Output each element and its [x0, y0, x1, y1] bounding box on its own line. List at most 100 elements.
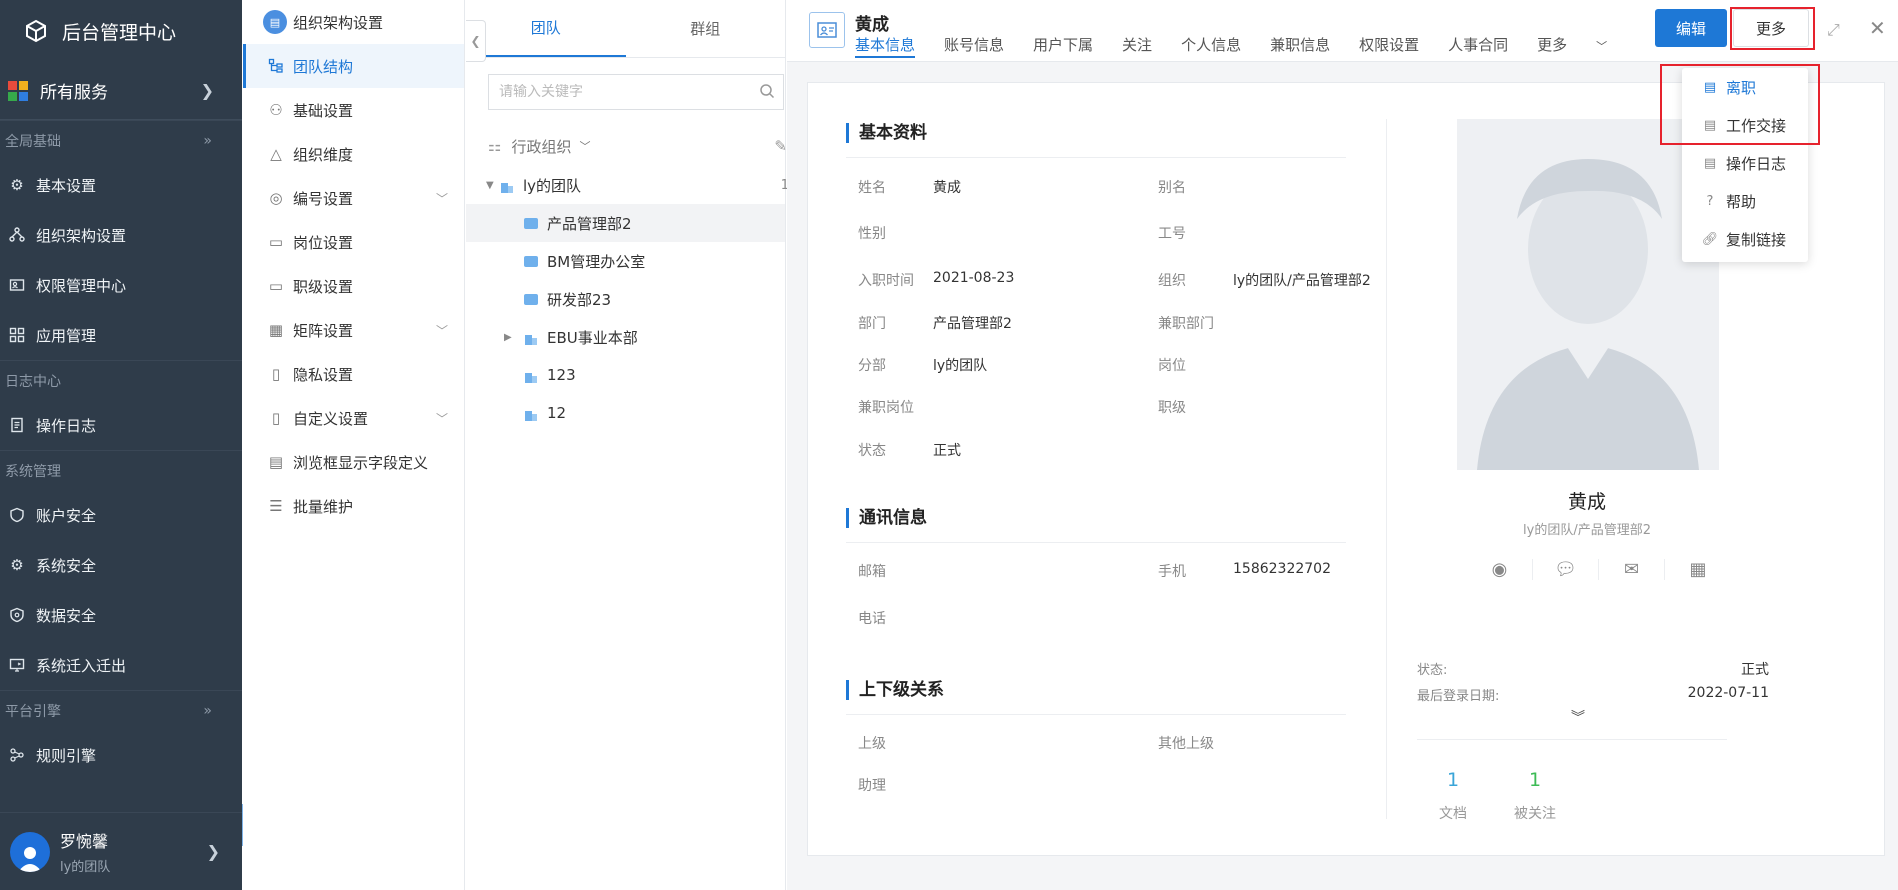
tab-hr-contract[interactable]: 人事合同: [1448, 34, 1508, 58]
tree-tabs: 团队 群组 ❮: [466, 0, 786, 62]
rank-card-icon: ▭: [268, 277, 284, 295]
nav-item-operation-log[interactable]: 操作日志: [0, 400, 242, 450]
submenu-item-positions[interactable]: ▭ 岗位设置: [243, 220, 464, 264]
tree-node-root[interactable]: ▼ ly的团队 1: [466, 166, 789, 204]
submenu-item-label: 组织维度: [293, 145, 354, 164]
org-type-selector[interactable]: ⚏ 行政组织 ﹀ ✎: [466, 126, 787, 166]
chevron-down-icon: ﹀: [435, 191, 448, 206]
section-divider: [846, 714, 1346, 715]
tree-node-123[interactable]: 123: [466, 356, 785, 394]
section-system-management[interactable]: 系统管理: [0, 450, 242, 490]
calendar-icon[interactable]: ▦: [1665, 559, 1731, 580]
submenu-item-matrix[interactable]: ▦ 矩阵设置 ﹀: [243, 308, 464, 352]
submenu-item-browse-fields[interactable]: ▤ 浏览框显示字段定义: [243, 440, 464, 484]
value-org: ly的团队/产品管理部2: [1233, 273, 1371, 289]
menu-item-handover[interactable]: ▤ 工作交接: [1682, 106, 1808, 144]
tab-group[interactable]: 群组: [626, 0, 786, 57]
section-platform-engine[interactable]: 平台引擎 »: [0, 690, 242, 730]
docs-count[interactable]: 1: [1423, 769, 1483, 791]
submenu-item-numbering[interactable]: ◎ 编号设置 ﹀: [243, 176, 464, 220]
tab-more[interactable]: 更多 ﹀: [1537, 34, 1636, 58]
edit-button[interactable]: 编辑: [1655, 9, 1727, 47]
settings-submenu: ▤ 组织架构设置 团队结构 ⚇ 基础设置 △ 组织维度 ◎ 编号设置 ﹀ ▭ 岗位设置 ▭…: [243, 0, 465, 890]
caret-right-icon[interactable]: ▶: [504, 332, 524, 343]
tab-account-info[interactable]: 账号信息: [944, 34, 1004, 58]
expand-more-icon[interactable]: ︾: [1571, 707, 1585, 727]
submenu-item-ranks[interactable]: ▭ 职级设置: [243, 264, 464, 308]
all-services-button[interactable]: 所有服务 ❯: [0, 62, 242, 120]
tab-basic-info[interactable]: 基本信息: [855, 34, 916, 58]
brand[interactable]: 后台管理中心: [0, 0, 242, 62]
section-log-center[interactable]: 日志中心: [0, 360, 242, 400]
triangle-nodes-icon: △: [270, 145, 282, 163]
menu-item-resign[interactable]: ▤ 离职: [1682, 68, 1808, 106]
tab-subordinates[interactable]: 用户下属: [1033, 34, 1093, 58]
person-silhouette-icon: [1457, 119, 1719, 470]
shield-icon: [8, 606, 26, 624]
nav-item-system-migration[interactable]: 系统迁入迁出: [0, 640, 242, 690]
search-icon[interactable]: [759, 83, 775, 103]
folder-icon: [524, 217, 538, 229]
link-icon: 🔗︎: [1701, 231, 1719, 247]
submenu-item-team-structure[interactable]: 团队结构: [243, 44, 464, 88]
submenu-item-basic-settings[interactable]: ⚇ 基础设置: [243, 88, 464, 132]
tree-node-product-dept[interactable]: 产品管理部2: [466, 204, 785, 242]
submenu-item-custom[interactable]: ▯ 自定义设置 ﹀: [243, 396, 464, 440]
expand-icon[interactable]: ⤢: [1827, 20, 1840, 40]
tree-node-ebu[interactable]: ▶ EBU事业本部: [466, 318, 785, 356]
tab-team[interactable]: 团队: [466, 0, 626, 57]
org-settings-icon: ▤: [263, 10, 287, 34]
label-rank: 职级: [1158, 400, 1186, 416]
submenu-item-batch[interactable]: ☰ 批量维护: [243, 484, 464, 528]
menu-item-copy-link[interactable]: 🔗︎ 复制链接: [1682, 220, 1808, 258]
section-title: 日志中心: [5, 373, 61, 390]
tab-personal-info[interactable]: 个人信息: [1181, 34, 1241, 58]
profile-photo[interactable]: [1457, 119, 1719, 470]
menu-item-operation-log[interactable]: ▤ 操作日志: [1682, 144, 1808, 182]
label-parttime-dept: 兼职部门: [1158, 316, 1214, 332]
submenu-item-privacy[interactable]: ▯ 隐私设置: [243, 352, 464, 396]
org-tree-panel: 团队 群组 ❮ ⚏ 行政组织 ﹀ ✎ ▼ ly的团队 1 产品管理部2 BM管理…: [466, 0, 789, 890]
nav-item-data-security[interactable]: 数据安全: [0, 590, 242, 640]
label-mobile: 手机: [1158, 564, 1186, 580]
chevron-down-icon: ﹀: [435, 323, 448, 338]
nav-item-permission-center[interactable]: 权限管理中心: [0, 260, 242, 310]
chat-icon[interactable]: 💬︎: [1533, 559, 1599, 580]
tab-parttime-info[interactable]: 兼职信息: [1270, 34, 1330, 58]
submenu-item-org-dimension[interactable]: △ 组织维度: [243, 132, 464, 176]
more-button[interactable]: 更多: [1733, 9, 1809, 47]
user-profile-button[interactable]: 罗惋馨 ly的团队 ❯: [0, 812, 242, 890]
followed-count[interactable]: 1: [1505, 769, 1565, 791]
edit-pen-icon[interactable]: ✎: [774, 137, 787, 155]
view-icon[interactable]: ◉: [1467, 559, 1533, 580]
nav-item-account-security[interactable]: 账户安全: [0, 490, 242, 540]
profile-name: 黄成: [1567, 491, 1606, 513]
tab-permissions[interactable]: 权限设置: [1359, 34, 1419, 58]
tree-node-12[interactable]: 12: [466, 394, 785, 432]
tab-follow[interactable]: 关注: [1122, 34, 1152, 58]
tree-search-input[interactable]: [499, 84, 739, 100]
nav-item-label: 权限管理中心: [36, 276, 127, 295]
caret-down-icon[interactable]: ▼: [486, 180, 500, 191]
brand-title: 后台管理中心: [62, 21, 177, 44]
mail-icon[interactable]: ✉: [1599, 559, 1665, 580]
nav-item-label: 系统安全: [36, 556, 97, 575]
docs-label: 文档: [1439, 806, 1467, 822]
collapse-tree-button[interactable]: ❮: [466, 20, 486, 62]
menu-item-help[interactable]: ? 帮助: [1682, 182, 1808, 220]
employee-name: 黄成: [855, 15, 889, 35]
label-branch: 分部: [858, 358, 886, 374]
tree-node-bm-office[interactable]: BM管理办公室: [466, 242, 785, 280]
tree-node-label: 研发部23: [547, 290, 612, 309]
section-title: 全局基础: [5, 133, 61, 150]
submenu-header: ▤ 组织架构设置: [243, 0, 464, 44]
nav-item-basic-settings[interactable]: ⚙ 基本设置: [0, 160, 242, 210]
tree-node-rd-dept[interactable]: 研发部23: [466, 280, 785, 318]
section-global-basics[interactable]: 全局基础 »: [0, 120, 242, 160]
nav-item-system-security[interactable]: ⚙ 系统安全: [0, 540, 242, 590]
label-org: 组织: [1158, 273, 1186, 289]
nav-item-org-settings[interactable]: 组织架构设置: [0, 210, 242, 260]
close-icon[interactable]: ✕: [1869, 16, 1886, 40]
nav-item-app-management[interactable]: 应用管理: [0, 310, 242, 360]
nav-item-rule-engine[interactable]: 规则引擎: [0, 730, 242, 780]
